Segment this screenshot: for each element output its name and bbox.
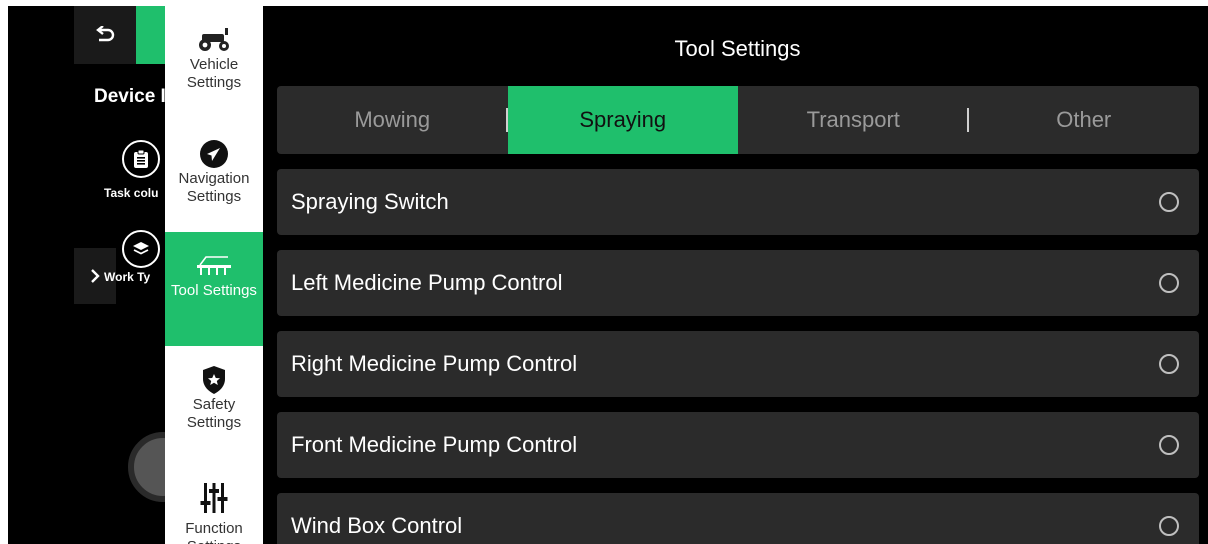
menu-item-label: Function Settings	[185, 520, 243, 544]
active-indicator	[136, 6, 168, 64]
page-title: Tool Settings	[674, 36, 801, 61]
menu-item-navigation-settings[interactable]: Navigation Settings	[165, 138, 263, 232]
sliders-icon	[199, 476, 229, 520]
menu-item-label: Tool Settings	[171, 282, 257, 299]
menu-item-function-settings[interactable]: Function Settings	[165, 476, 263, 544]
setting-label: Front Medicine Pump Control	[291, 432, 578, 457]
setting-row-spraying-switch[interactable]: Spraying Switch	[277, 169, 1199, 235]
settings-menu: Vehicle Settings Navigation Settings Too…	[165, 6, 263, 544]
tab-spraying[interactable]: Spraying	[507, 86, 738, 154]
menu-item-label: Navigation Settings	[178, 170, 250, 205]
setting-row-left-pump[interactable]: Left Medicine Pump Control	[277, 250, 1199, 316]
setting-label: Wind Box Control	[291, 513, 463, 538]
setting-row-wind-box[interactable]: Wind Box Control	[277, 493, 1199, 544]
menu-item-tool-settings[interactable]: Tool Settings	[165, 232, 263, 346]
tab-label: Other	[1056, 107, 1112, 132]
setting-label: Right Medicine Pump Control	[291, 351, 578, 376]
layers-icon	[133, 242, 149, 255]
tab-mowing[interactable]: Mowing	[277, 86, 508, 154]
task-column-button[interactable]	[122, 140, 160, 178]
back-arrow-icon	[96, 26, 115, 42]
setting-label: Left Medicine Pump Control	[291, 270, 563, 295]
back-button[interactable]	[74, 6, 136, 64]
screen: Device I Task colu Work Ty Vehicle Setti…	[8, 6, 1208, 544]
menu-item-vehicle-settings[interactable]: Vehicle Settings	[165, 24, 263, 134]
sprayer-icon	[194, 250, 234, 282]
tab-label: Transport	[806, 107, 900, 132]
shield-star-icon	[201, 364, 227, 396]
work-type-button[interactable]	[122, 230, 160, 268]
menu-item-label: Safety Settings	[186, 396, 242, 431]
radio-toggle[interactable]	[1159, 354, 1179, 374]
radio-toggle[interactable]	[1159, 516, 1179, 536]
tab-other[interactable]: Other	[969, 86, 1200, 154]
setting-row-right-pump[interactable]: Right Medicine Pump Control	[277, 331, 1199, 397]
radio-toggle[interactable]	[1159, 435, 1179, 455]
radio-toggle[interactable]	[1159, 273, 1179, 293]
menu-item-safety-settings[interactable]: Safety Settings	[165, 364, 263, 474]
radio-toggle[interactable]	[1159, 192, 1179, 212]
background-panel: Device I Task colu Work Ty	[8, 6, 198, 544]
chevron-right-icon	[91, 269, 100, 283]
tab-transport[interactable]: Transport	[738, 86, 969, 154]
work-type-label: Work Ty	[104, 270, 151, 284]
task-column-label: Task colu	[104, 186, 159, 200]
clipboard-icon	[134, 149, 148, 168]
menu-item-label: Vehicle Settings	[186, 56, 242, 91]
tractor-icon	[194, 24, 234, 56]
tab-label: Spraying	[579, 107, 667, 132]
device-title: Device I	[94, 86, 166, 107]
setting-label: Spraying Switch	[291, 189, 449, 214]
navigation-arrow-icon	[199, 138, 229, 170]
tool-tabs: Mowing Spraying Transport Other	[277, 86, 1199, 154]
setting-row-front-pump[interactable]: Front Medicine Pump Control	[277, 412, 1199, 478]
tab-label: Mowing	[354, 107, 431, 132]
